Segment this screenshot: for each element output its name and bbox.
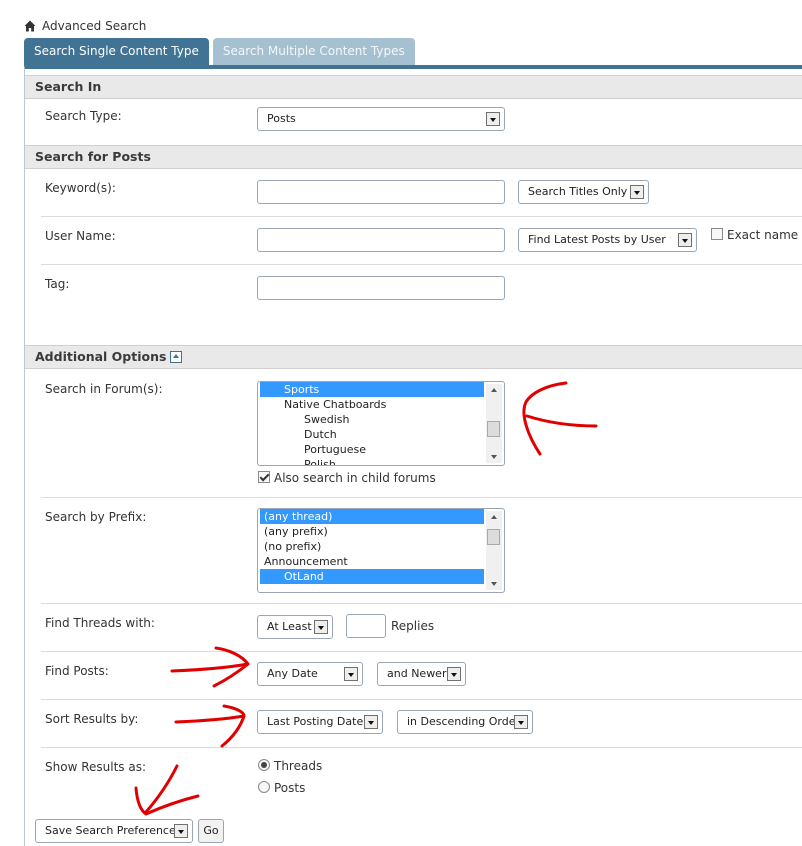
show-results-label: Show Results as: (45, 760, 146, 774)
section-title: Search for Posts (35, 149, 151, 164)
scrollbar-thumb[interactable] (487, 529, 500, 545)
username-input[interactable] (257, 228, 505, 252)
prefix-option[interactable]: (any thread) (260, 509, 484, 524)
sort-order-value: in Descending Order (407, 715, 521, 728)
prefix-listbox[interactable]: (any thread) (any prefix) (no prefix) Annou… (257, 508, 505, 593)
username-mode-value: Find Latest Posts by User (528, 233, 666, 246)
tag-label: Tag: (45, 277, 70, 291)
search-type-value: Posts (267, 112, 296, 125)
child-forums-checkbox[interactable] (258, 471, 270, 483)
dropdown-arrow-icon (447, 667, 461, 681)
threads-with-mode-select[interactable]: At Least (257, 615, 333, 639)
username-mode-select[interactable]: Find Latest Posts by User (518, 228, 697, 252)
dropdown-arrow-icon (174, 824, 188, 838)
dropdown-arrow-icon (514, 715, 528, 729)
home-icon[interactable] (24, 20, 36, 32)
find-posts-date-value: Any Date (267, 667, 318, 680)
dropdown-arrow-icon (314, 620, 328, 634)
scrollbar-thumb[interactable] (487, 421, 500, 437)
dropdown-arrow-icon (678, 233, 692, 247)
section-header-additional-options: Additional Options (25, 345, 802, 369)
sort-label: Sort Results by: (45, 712, 139, 726)
scroll-up-icon[interactable] (486, 384, 502, 396)
search-type-label: Search Type: (45, 109, 122, 123)
show-threads-label: Threads (274, 759, 323, 773)
prefix-label: Search by Prefix: (45, 510, 147, 524)
show-posts-label: Posts (274, 781, 306, 795)
forums-scrollbar[interactable] (486, 384, 502, 463)
forum-option[interactable]: Sports (260, 382, 484, 397)
save-preferences-select[interactable]: Save Search Preferences (35, 819, 193, 843)
show-posts-radio[interactable] (258, 781, 270, 793)
find-posts-direction-select[interactable]: and Newer (377, 662, 466, 686)
forum-option[interactable]: Portuguese (260, 442, 484, 457)
search-form-panel: Search In Search Type: Posts Search for … (24, 65, 802, 846)
row-divider (41, 216, 802, 217)
tag-input[interactable] (257, 276, 505, 300)
prefix-scrollbar[interactable] (486, 511, 502, 590)
keywords-input[interactable] (257, 180, 505, 204)
search-type-select[interactable]: Posts (257, 107, 505, 131)
find-posts-label: Find Posts: (45, 664, 109, 678)
forum-option[interactable]: Polish (260, 457, 484, 465)
section-header-search-posts: Search for Posts (25, 145, 802, 169)
scroll-down-icon[interactable] (486, 578, 502, 590)
forum-option[interactable]: Swedish (260, 412, 484, 427)
username-label: User Name: (45, 229, 116, 243)
scroll-down-icon[interactable] (486, 451, 502, 463)
row-divider (41, 747, 802, 748)
save-preferences-value: Save Search Preferences (45, 824, 182, 837)
replies-label: Replies (391, 619, 435, 633)
tab-single-content-type[interactable]: Search Single Content Type (24, 38, 209, 65)
prefix-option[interactable]: OtLand (260, 569, 484, 584)
section-title: Search In (35, 79, 102, 94)
exact-name-checkbox[interactable] (711, 228, 723, 240)
section-header-search-in: Search In (25, 75, 802, 99)
child-forums-label: Also search in child forums (274, 471, 436, 485)
row-divider (41, 264, 802, 265)
keywords-label: Keyword(s): (45, 181, 116, 195)
threads-with-mode-value: At Least (267, 620, 312, 633)
keywords-mode-select[interactable]: Search Titles Only (518, 180, 649, 204)
prefix-option[interactable]: (any prefix) (260, 524, 484, 539)
go-button[interactable]: Go (198, 819, 224, 843)
breadcrumb: Advanced Search (24, 19, 146, 33)
dropdown-arrow-icon (344, 667, 358, 681)
row-divider (41, 497, 802, 498)
show-threads-radio[interactable] (258, 759, 270, 771)
forum-option[interactable]: Dutch (260, 427, 484, 442)
sort-order-select[interactable]: in Descending Order (397, 710, 533, 734)
collapse-icon[interactable] (170, 350, 183, 363)
keywords-mode-value: Search Titles Only (528, 185, 628, 198)
exact-name-label: Exact name (727, 228, 799, 242)
row-divider (41, 603, 802, 604)
find-posts-date-select[interactable]: Any Date (257, 662, 363, 686)
threads-with-label: Find Threads with: (45, 616, 155, 630)
forums-listbox[interactable]: Sports Native Chatboards Swedish Dutch Portu… (257, 381, 505, 466)
forum-option[interactable]: Native Chatboards (260, 397, 484, 412)
section-title: Additional Options (35, 349, 167, 364)
scroll-up-icon[interactable] (486, 511, 502, 523)
prefix-option[interactable]: (no prefix) (260, 539, 484, 554)
replies-count-input[interactable] (346, 614, 386, 638)
dropdown-arrow-icon (630, 185, 644, 199)
tab-multiple-content-types[interactable]: Search Multiple Content Types (212, 38, 415, 65)
sort-field-select[interactable]: Last Posting Date (257, 710, 383, 734)
find-posts-direction-value: and Newer (387, 667, 447, 680)
content-type-tabs: Search Single Content Type Search Multip… (24, 38, 419, 65)
sort-field-value: Last Posting Date (267, 715, 364, 728)
forums-label: Search in Forum(s): (45, 382, 163, 396)
prefix-option[interactable]: Announcement (260, 554, 484, 569)
dropdown-arrow-icon (364, 715, 378, 729)
row-divider (41, 651, 802, 652)
row-divider (41, 699, 802, 700)
breadcrumb-label[interactable]: Advanced Search (42, 19, 146, 33)
dropdown-arrow-icon (486, 112, 500, 126)
